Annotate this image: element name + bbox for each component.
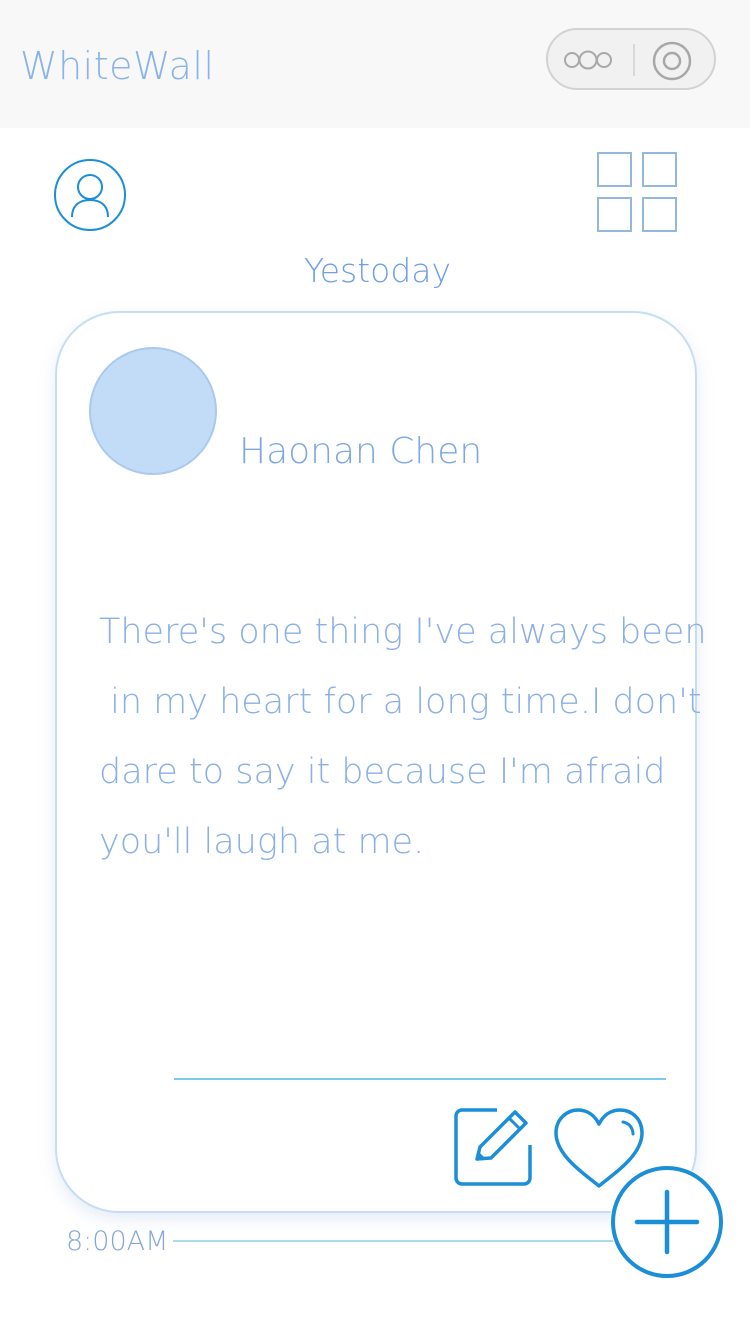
post-message: There's one thing I've always been in my… [99, 597, 707, 877]
edit-pencil-icon [454, 1108, 532, 1186]
edit-button[interactable] [453, 1107, 533, 1187]
user-profile-icon [54, 159, 126, 231]
avatar[interactable] [89, 347, 217, 475]
close-button[interactable] [651, 40, 693, 82]
app-title: WhiteWall [20, 44, 215, 88]
target-close-icon [652, 41, 692, 81]
capsule-divider [633, 44, 635, 76]
grid-view-icon [597, 152, 677, 232]
more-button[interactable] [562, 42, 622, 78]
card-divider [174, 1078, 666, 1080]
profile-button[interactable] [53, 158, 127, 232]
mini-program-capsule [546, 28, 716, 90]
message-line: in my heart for a long time.I don't [99, 682, 702, 722]
message-line: There's one thing I've always been [99, 612, 707, 652]
post-time: 8:00AM [66, 1226, 169, 1257]
message-line: you'll laugh at me. [99, 822, 425, 862]
navigation-bar: WhiteWall [0, 0, 750, 128]
day-heading: Yestoday [303, 251, 452, 290]
message-line: dare to say it because I'm afraid [99, 752, 666, 792]
more-dots-icon [564, 50, 612, 70]
add-post-button[interactable] [610, 1165, 724, 1279]
timeline-line [173, 1240, 618, 1242]
plus-icon [611, 1166, 723, 1278]
post-card[interactable]: Haonan Chen There's one thing I've alway… [55, 311, 707, 1213]
grid-view-button[interactable] [596, 152, 680, 234]
author-name: Haonan Chen [239, 431, 483, 472]
